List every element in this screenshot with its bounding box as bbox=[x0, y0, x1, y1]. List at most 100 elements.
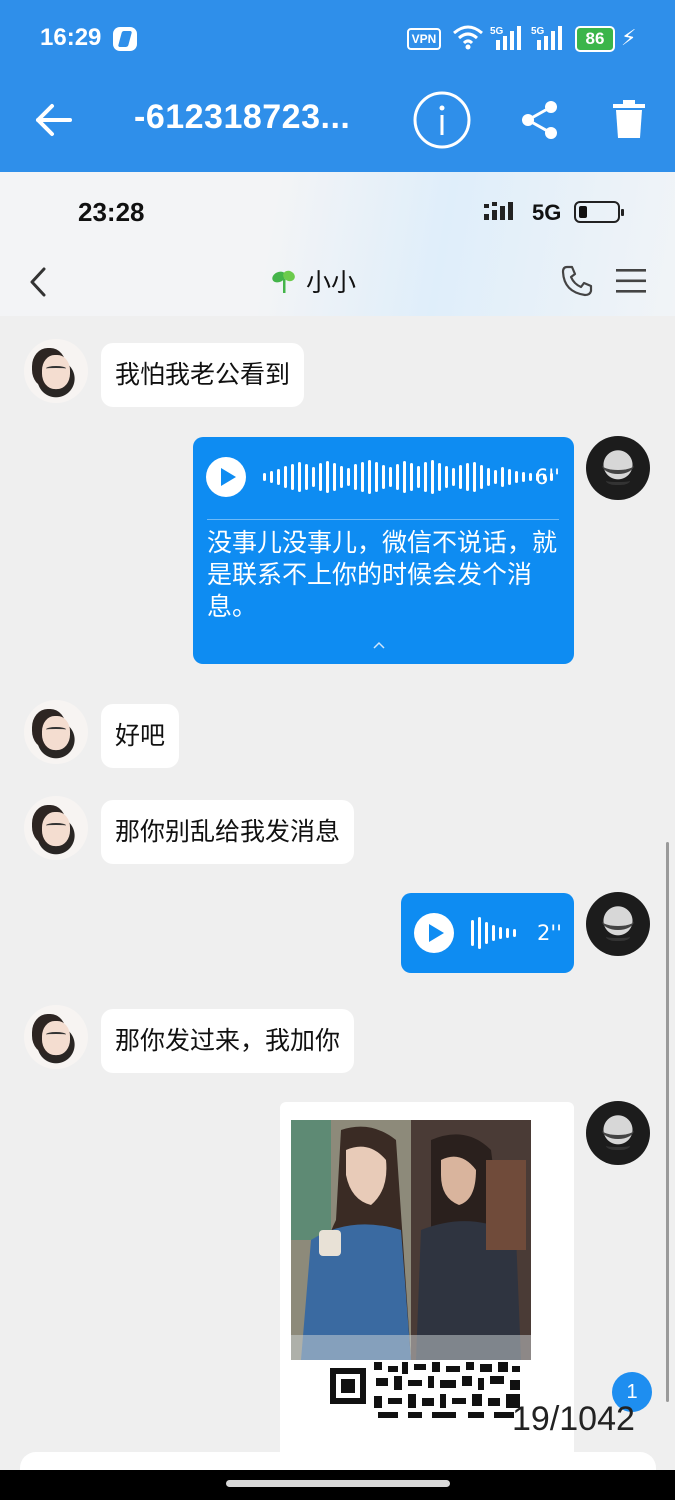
inner-network-label: 5G bbox=[532, 200, 562, 225]
waveform-bar bbox=[326, 461, 329, 493]
sprout-icon bbox=[272, 270, 295, 293]
voice-message-bubble[interactable]: 2'' bbox=[401, 893, 574, 973]
voice-duration: 2'' bbox=[537, 921, 562, 945]
contact-avatar[interactable] bbox=[24, 1005, 88, 1069]
navigation-bar bbox=[0, 1470, 675, 1500]
waveform-bar bbox=[354, 464, 357, 490]
my-avatar[interactable] bbox=[586, 892, 650, 956]
menu-icon[interactable] bbox=[616, 268, 646, 294]
message-bubble[interactable]: 我怕我老公看到 bbox=[101, 343, 305, 407]
signal-icon: 5G bbox=[490, 26, 521, 50]
page-counter: 19/1042 bbox=[512, 1400, 635, 1438]
signal-icon-2: 5G bbox=[531, 26, 562, 50]
network-label-2: 5G bbox=[531, 26, 545, 37]
chat-contact-name: 小小 bbox=[306, 268, 357, 297]
notification-app-icon bbox=[113, 27, 137, 51]
info-icon[interactable] bbox=[412, 90, 472, 150]
waveform-bar bbox=[438, 463, 441, 491]
inner-status-time: 23:28 bbox=[78, 197, 145, 227]
waveform-bar bbox=[473, 462, 476, 492]
waveform-bar bbox=[445, 466, 448, 488]
contact-avatar[interactable] bbox=[24, 796, 88, 860]
waveform-bar bbox=[333, 463, 336, 491]
battery-indicator: 86 bbox=[575, 26, 615, 52]
waveform-bar bbox=[403, 461, 406, 493]
waveform-bar bbox=[305, 464, 308, 490]
waveform-bar bbox=[312, 467, 315, 487]
waveform-bar bbox=[478, 917, 481, 949]
message-bubble[interactable]: 那你发过来，我加你 bbox=[101, 1009, 355, 1073]
waveform-bar bbox=[277, 469, 280, 485]
network-label-1: 5G bbox=[490, 26, 504, 37]
wifi-icon bbox=[453, 25, 483, 50]
waveform-bar bbox=[382, 465, 385, 489]
trash-icon[interactable] bbox=[612, 100, 646, 138]
waveform-bar bbox=[452, 468, 455, 486]
waveform-bar bbox=[529, 473, 532, 481]
inner-signal-icon bbox=[484, 202, 513, 220]
waveform-bar bbox=[480, 465, 483, 489]
contact-avatar[interactable] bbox=[24, 339, 88, 403]
waveform-bar bbox=[270, 471, 273, 483]
input-bar bbox=[20, 1452, 656, 1470]
arrow-left-icon[interactable] bbox=[34, 98, 74, 142]
waveform-bar bbox=[513, 929, 516, 937]
voice-message-bubble[interactable]: 6'' 没事儿没事儿，微信不说话，就是联系不上你的时候会发个消息。 bbox=[193, 437, 574, 664]
waveform-bar bbox=[375, 462, 378, 492]
waveform-bar bbox=[522, 472, 525, 482]
waveform-bar bbox=[396, 464, 399, 490]
message-bubble[interactable]: 那你别乱给我发消息 bbox=[101, 800, 355, 864]
photo-image bbox=[291, 1120, 531, 1360]
phone-icon[interactable] bbox=[560, 264, 594, 298]
qr-code-image bbox=[328, 1360, 524, 1420]
page-title: -612318723... bbox=[134, 98, 351, 136]
waveform-bar bbox=[389, 467, 392, 487]
screenshot-viewer: 23:28 5G 小小 我怕我老公看到 6'' 没事儿没事儿，微信不说话，就是联… bbox=[0, 172, 675, 1470]
waveform-bar bbox=[485, 922, 488, 944]
waveform-bar bbox=[499, 927, 502, 939]
waveform-bar bbox=[368, 460, 371, 494]
my-avatar[interactable] bbox=[586, 1101, 650, 1165]
waveform-bar bbox=[501, 467, 504, 487]
contact-avatar[interactable] bbox=[24, 700, 88, 764]
waveform-bar bbox=[284, 466, 287, 488]
waveform-bar bbox=[492, 925, 495, 941]
chevron-left-icon[interactable] bbox=[28, 266, 48, 298]
waveform bbox=[263, 459, 553, 495]
voice-transcript: 没事儿没事儿，微信不说话，就是联系不上你的时候会发个消息。 bbox=[207, 528, 558, 621]
waveform-bar bbox=[410, 463, 413, 491]
waveform bbox=[471, 915, 516, 951]
message-bubble[interactable]: 好吧 bbox=[101, 704, 180, 768]
chat-header: 23:28 5G 小小 bbox=[0, 172, 675, 316]
home-indicator[interactable] bbox=[226, 1480, 450, 1487]
chat-title-group: 小小 bbox=[270, 264, 356, 298]
waveform-bar bbox=[361, 462, 364, 492]
chevron-up-icon[interactable] bbox=[373, 641, 385, 649]
waveform-bar bbox=[291, 464, 294, 490]
waveform-bar bbox=[508, 469, 511, 485]
scrollbar[interactable] bbox=[666, 842, 669, 1402]
waveform-bar bbox=[424, 462, 427, 492]
vpn-badge: VPN bbox=[407, 28, 441, 50]
waveform-bar bbox=[471, 920, 474, 946]
share-icon[interactable] bbox=[520, 100, 560, 140]
divider bbox=[207, 519, 559, 520]
waveform-bar bbox=[506, 928, 509, 938]
waveform-bar bbox=[466, 463, 469, 491]
play-icon[interactable] bbox=[206, 457, 246, 497]
waveform-bar bbox=[515, 471, 518, 483]
waveform-bar bbox=[347, 468, 350, 486]
status-time: 16:29 bbox=[40, 24, 102, 51]
my-avatar[interactable] bbox=[586, 436, 650, 500]
waveform-bar bbox=[431, 460, 434, 494]
waveform-bar bbox=[340, 466, 343, 488]
app-bar: 16:29 VPN 5G 5G 86 ⚡ -612318723... bbox=[0, 0, 675, 172]
waveform-bar bbox=[417, 466, 420, 488]
waveform-bar bbox=[494, 470, 497, 484]
play-icon[interactable] bbox=[414, 913, 454, 953]
waveform-bar bbox=[298, 462, 301, 492]
waveform-bar bbox=[263, 473, 266, 481]
waveform-bar bbox=[319, 463, 322, 491]
waveform-bar bbox=[487, 468, 490, 486]
charging-icon: ⚡ bbox=[621, 26, 637, 51]
